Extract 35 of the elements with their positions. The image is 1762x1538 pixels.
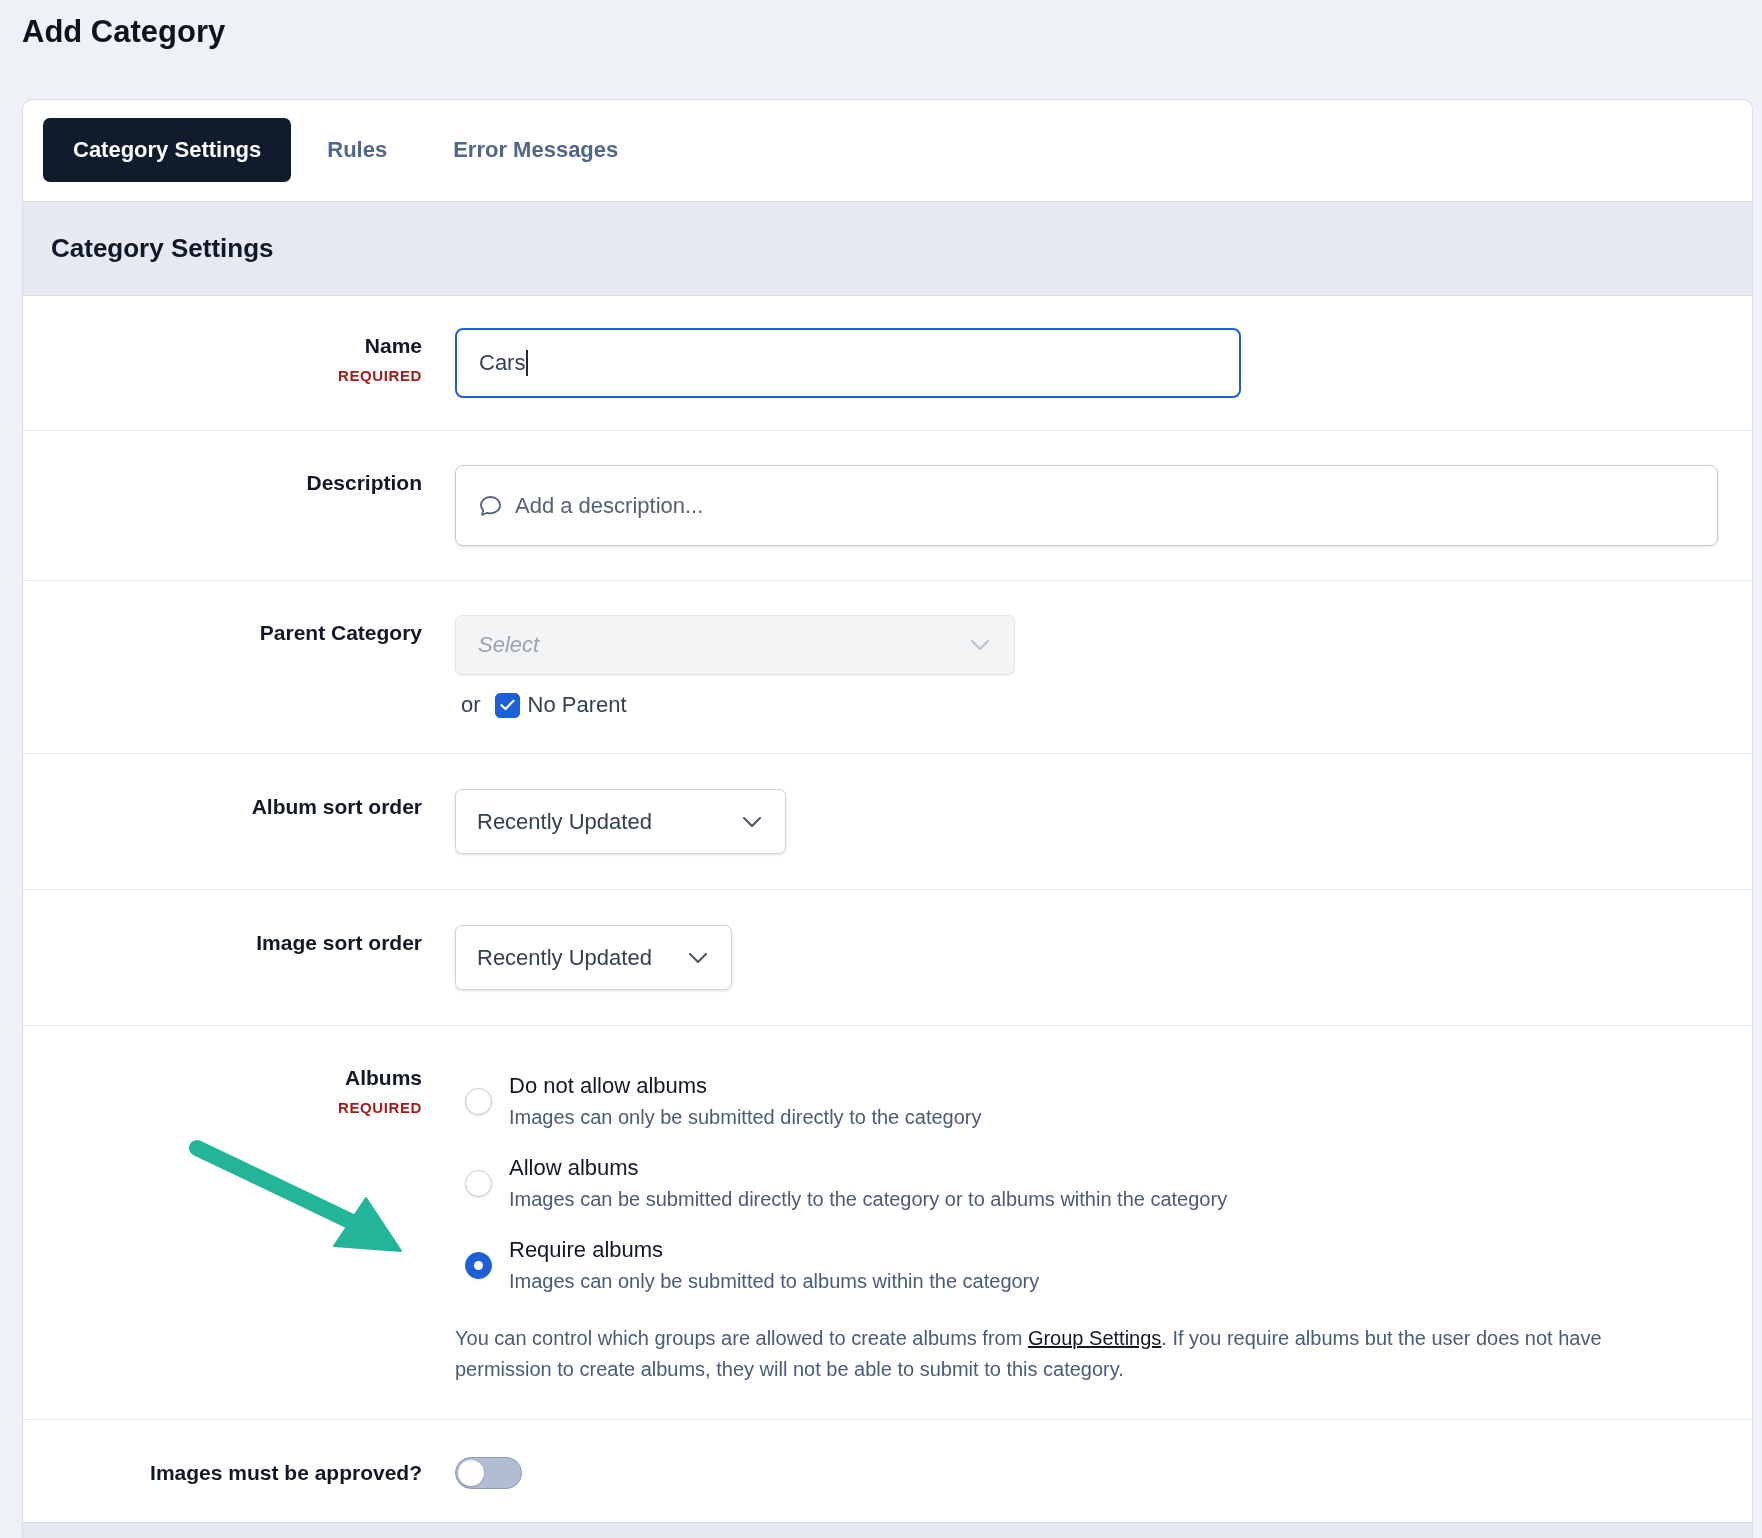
tab[interactable]: Category Settings xyxy=(43,118,292,182)
option-description: Images can only be submitted directly to the category xyxy=(509,1105,982,1130)
or-text: or xyxy=(461,692,481,718)
field-label: Parent Category xyxy=(259,620,422,646)
field-label: Name xyxy=(364,333,422,359)
sort-order-select[interactable]: Recently Updated xyxy=(455,925,732,990)
required-label: REQUIRED xyxy=(338,366,422,386)
sort-order-select[interactable]: Recently Updated xyxy=(455,789,786,854)
option-description: Images can only be submitted to albums within the category xyxy=(509,1269,1040,1294)
field-label: Album sort order xyxy=(251,794,422,820)
option-title: Allow albums xyxy=(509,1154,640,1182)
group-settings-link[interactable]: Group Settings xyxy=(1027,1327,1162,1349)
chevron-down-icon xyxy=(689,952,707,963)
toggle-switch[interactable] xyxy=(455,1457,522,1489)
field-label: Albums xyxy=(345,1065,422,1091)
section-title: Category Settings xyxy=(51,233,274,264)
option-description: Images can be submitted directly to the category or to albums within the category xyxy=(509,1187,1228,1212)
field-label: Images must be approved? xyxy=(150,1460,422,1486)
help-text: You can control which groups are allowed to create albums from Group Settings. If you require albums but the user does not have permission to create albums, they will not be able to submit to this category. xyxy=(455,1326,1603,1382)
option-title: Require albums xyxy=(509,1236,665,1264)
option-title: Do not allow albums xyxy=(509,1072,709,1100)
field-label: Description xyxy=(306,470,422,496)
chevron-down-icon xyxy=(971,640,989,650)
checkmark-icon xyxy=(499,699,515,711)
required-label: REQUIRED xyxy=(338,1098,422,1118)
speech-bubble-icon xyxy=(480,495,501,516)
field-label: Image sort order xyxy=(256,930,422,956)
page-title: Add Category xyxy=(22,13,226,51)
tab[interactable]: Rules xyxy=(297,118,418,182)
description-field[interactable]: Add a description... xyxy=(455,465,1718,546)
name-field[interactable]: Cars xyxy=(455,328,1241,398)
tab[interactable]: Error Messages xyxy=(423,118,649,182)
text-cursor xyxy=(526,350,529,376)
radio-button[interactable] xyxy=(465,1251,492,1279)
chevron-down-icon xyxy=(743,816,761,827)
